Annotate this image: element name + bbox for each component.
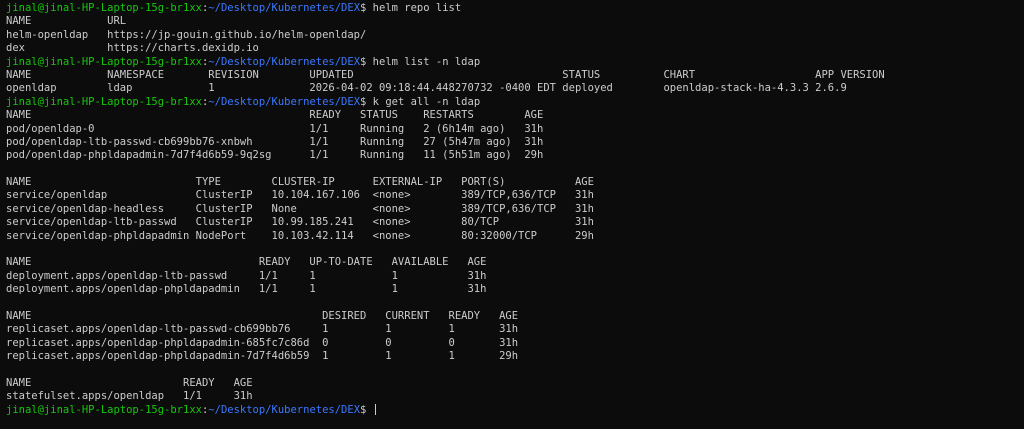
output-line: statefulset.apps/openldap 1/1 31h <box>6 390 1024 403</box>
output-text: statefulset.apps/openldap 1/1 31h <box>6 390 253 403</box>
output-text: service/openldap-ltb-passwd ClusterIP 10… <box>6 216 594 229</box>
command-text: helm list -n ldap <box>372 55 481 68</box>
output-text: pod/openldap-0 1/1 Running 2 (6h14m ago)… <box>6 122 544 135</box>
output-line: service/openldap-headless ClusterIP None… <box>6 203 1024 216</box>
terminal-window[interactable]: jinal@jinal-HP-Laptop-15g-br1xx:~/Deskto… <box>0 0 1024 429</box>
output-text: NAME READY AGE <box>6 376 253 389</box>
command-text: k get all -n ldap <box>372 95 481 108</box>
output-line: helm-openldap https://jp-gouin.github.io… <box>6 29 1024 42</box>
prompt-line: jinal@jinal-HP-Laptop-15g-br1xx:~/Deskto… <box>6 96 1024 109</box>
output-line: service/openldap-phpldapadmin NodePort 1… <box>6 230 1024 243</box>
prompt-line: jinal@jinal-HP-Laptop-15g-br1xx:~/Deskto… <box>6 403 1024 417</box>
output-text: deployment.apps/openldap-phpldapadmin 1/… <box>6 283 487 296</box>
output-line: service/openldap ClusterIP 10.104.167.10… <box>6 189 1024 202</box>
output-text: service/openldap ClusterIP 10.104.167.10… <box>6 189 594 202</box>
output-text: service/openldap-headless ClusterIP None… <box>6 202 594 215</box>
output-text: replicaset.apps/openldap-phpldapadmin-68… <box>6 336 519 349</box>
output-line: NAME READY AGE <box>6 377 1024 390</box>
output-text: deployment.apps/openldap-ltb-passwd 1/1 … <box>6 269 487 282</box>
prompt-symbol: $ <box>360 2 373 14</box>
output-text: pod/openldap-ltb-passwd-cb699bb76-xnbwh … <box>6 135 544 148</box>
text-cursor[interactable] <box>374 403 376 415</box>
prompt-user-host: jinal@jinal-HP-Laptop-15g-br1xx <box>6 403 202 416</box>
output-text: replicaset.apps/openldap-phpldapadmin-7d… <box>6 350 519 363</box>
prompt-symbol: $ <box>360 55 373 68</box>
prompt-symbol: $ <box>360 403 373 416</box>
output-text: helm-openldap https://jp-gouin.github.io… <box>6 28 367 41</box>
output-line: replicaset.apps/openldap-phpldapadmin-68… <box>6 337 1024 350</box>
prompt-line: jinal@jinal-HP-Laptop-15g-br1xx:~/Deskto… <box>6 56 1024 69</box>
output-text: dex https://charts.dexidp.io <box>6 42 259 55</box>
output-text: replicaset.apps/openldap-ltb-passwd-cb69… <box>6 323 519 336</box>
prompt-user-host: jinal@jinal-HP-Laptop-15g-br1xx <box>6 55 202 68</box>
output-line: openldap ldap 1 2026-04-02 09:18:44.4482… <box>6 82 1024 95</box>
output-line: NAME READY UP-TO-DATE AVAILABLE AGE <box>6 256 1024 269</box>
command-text: helm repo list <box>372 2 462 14</box>
output-line: replicaset.apps/openldap-phpldapadmin-7d… <box>6 350 1024 363</box>
prompt-user-host: jinal@jinal-HP-Laptop-15g-br1xx <box>6 2 202 14</box>
output-line: replicaset.apps/openldap-ltb-passwd-cb69… <box>6 323 1024 336</box>
output-line: NAME READY STATUS RESTARTS AGE <box>6 109 1024 122</box>
output-line: NAME TYPE CLUSTER-IP EXTERNAL-IP PORT(S)… <box>6 176 1024 189</box>
prompt-line: jinal@jinal-HP-Laptop-15g-br1xx:~/Deskto… <box>6 2 1024 15</box>
output-line: pod/openldap-ltb-passwd-cb699bb76-xnbwh … <box>6 136 1024 149</box>
prompt-user-host: jinal@jinal-HP-Laptop-15g-br1xx <box>6 95 202 108</box>
prompt-path: ~/Desktop/Kubernetes/DEX <box>208 403 361 416</box>
output-line: dex https://charts.dexidp.io <box>6 42 1024 55</box>
output-text: NAME NAMESPACE REVISION UPDATED STATUS C… <box>6 68 885 81</box>
output-text: openldap ldap 1 2026-04-02 09:18:44.4482… <box>6 82 847 95</box>
output-text: NAME READY UP-TO-DATE AVAILABLE AGE <box>6 256 487 269</box>
prompt-path: ~/Desktop/Kubernetes/DEX <box>208 55 361 68</box>
output-line: service/openldap-ltb-passwd ClusterIP 10… <box>6 216 1024 229</box>
prompt-path: ~/Desktop/Kubernetes/DEX <box>208 95 361 108</box>
output-line: NAME DESIRED CURRENT READY AGE <box>6 310 1024 323</box>
output-text: pod/openldap-phpldapadmin-7d7f4d6b59-9q2… <box>6 149 544 162</box>
output-text: NAME READY STATUS RESTARTS AGE <box>6 109 544 122</box>
output-line: pod/openldap-0 1/1 Running 2 (6h14m ago)… <box>6 123 1024 136</box>
output-line: deployment.apps/openldap-ltb-passwd 1/1 … <box>6 270 1024 283</box>
output-line: pod/openldap-phpldapadmin-7d7f4d6b59-9q2… <box>6 149 1024 162</box>
output-line: deployment.apps/openldap-phpldapadmin 1/… <box>6 283 1024 296</box>
prompt-symbol: $ <box>360 95 373 108</box>
prompt-path: ~/Desktop/Kubernetes/DEX <box>208 2 361 14</box>
output-line: NAME NAMESPACE REVISION UPDATED STATUS C… <box>6 69 1024 82</box>
output-line: NAME URL <box>6 15 1024 28</box>
output-text: NAME TYPE CLUSTER-IP EXTERNAL-IP PORT(S)… <box>6 176 594 189</box>
output-text: NAME DESIRED CURRENT READY AGE <box>6 309 519 322</box>
output-text: NAME URL <box>6 15 127 28</box>
output-text: service/openldap-phpldapadmin NodePort 1… <box>6 229 594 242</box>
